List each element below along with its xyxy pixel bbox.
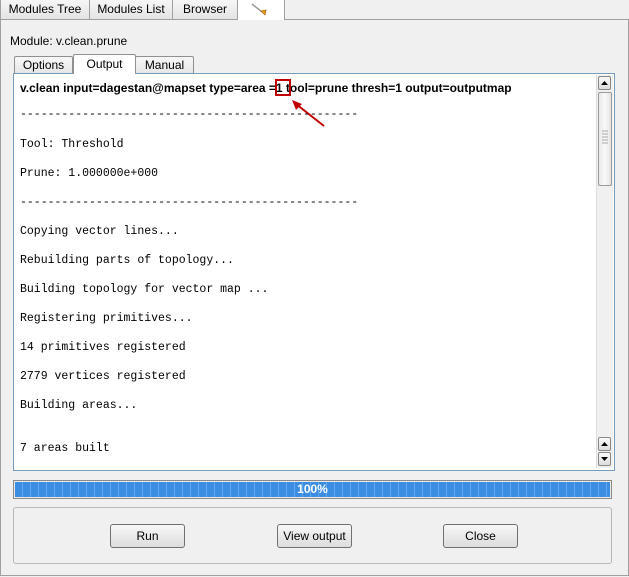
output-textarea[interactable]: v.clean input=dagestan@mapset type=area … (13, 73, 615, 471)
tab-options[interactable]: Options (14, 56, 73, 73)
tab-bar-edge (284, 0, 629, 20)
output-line: 14 primitives registered (20, 341, 186, 354)
output-line: Building topology for vector map ... (20, 283, 269, 296)
tab-manual[interactable]: Manual (135, 56, 194, 73)
view-output-button[interactable]: View output (277, 524, 352, 548)
command-line: v.clean input=dagestan@mapset type=area … (20, 81, 512, 95)
arrow-up-icon (601, 442, 608, 446)
scroll-down-button[interactable] (598, 452, 611, 466)
output-line: Copying vector lines... (20, 225, 179, 238)
vertical-scrollbar[interactable] (596, 75, 613, 468)
output-line: 2779 vertices registered (20, 370, 186, 383)
brush-icon (251, 3, 267, 16)
progress-text: 100% (297, 482, 328, 496)
output-line: ----------------------------------------… (20, 108, 359, 121)
top-tab-bar: Modules Tree Modules List Browser (0, 0, 629, 20)
output-line: Building areas... (20, 399, 138, 412)
tab-output[interactable]: Output (73, 54, 136, 74)
highlight-box (275, 79, 291, 96)
progress-bar: 100% (13, 480, 612, 499)
tab-results[interactable] (237, 0, 285, 20)
output-line: ----------------------------------------… (20, 196, 359, 209)
output-line: 7 areas built (20, 442, 110, 455)
run-button[interactable]: Run (110, 524, 185, 548)
tab-browser[interactable]: Browser (172, 0, 238, 20)
button-group: Run View output Close (13, 507, 612, 564)
close-button[interactable]: Close (443, 524, 518, 548)
output-line: Tool: Threshold (20, 138, 124, 151)
arrow-down-icon (601, 457, 608, 461)
scroll-up-button-lower[interactable] (598, 437, 611, 451)
output-line: Registering primitives... (20, 312, 193, 325)
tab-modules-list[interactable]: Modules List (89, 0, 173, 20)
arrow-up-icon (601, 81, 608, 85)
scroll-thumb[interactable] (598, 92, 612, 186)
scroll-up-button[interactable] (598, 76, 611, 90)
output-line: Rebuilding parts of topology... (20, 254, 234, 267)
grip-icon (602, 130, 608, 144)
module-label: Module: v.clean.prune (10, 34, 128, 48)
output-line: Prune: 1.000000e+000 (20, 167, 159, 180)
tab-modules-tree[interactable]: Modules Tree (0, 0, 90, 20)
